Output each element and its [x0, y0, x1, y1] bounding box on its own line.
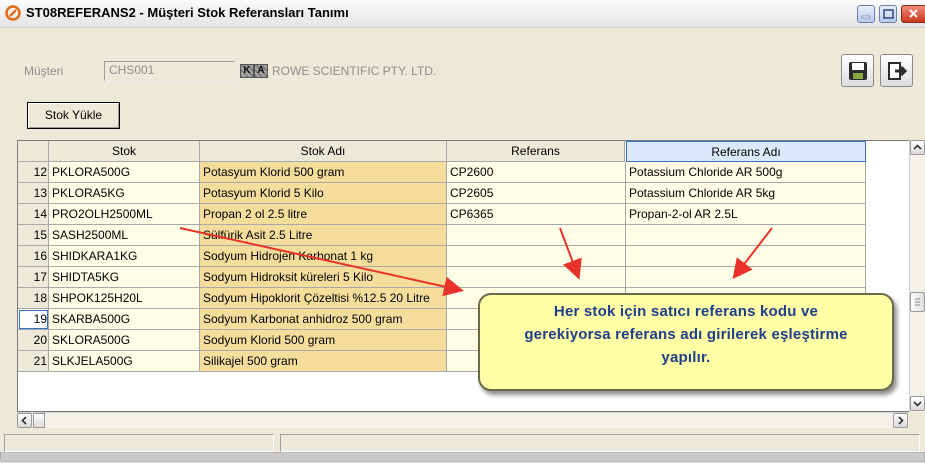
row-number: 12	[18, 162, 49, 183]
cell-referans-adi[interactable]	[626, 267, 866, 288]
callout-line-2: gerekiyorsa referans adı girilerek eşleş…	[524, 326, 848, 343]
row-number: 20	[18, 330, 49, 351]
customer-code-field[interactable]: CHS001	[104, 61, 235, 81]
cell-referans-adi[interactable]: Potassium Chloride AR 500g	[626, 162, 866, 183]
cell-stok[interactable]: SKARBA500G	[49, 309, 200, 330]
cell-stok[interactable]: SLKJELA500G	[49, 351, 200, 372]
cell-stok[interactable]: SASH2500ML	[49, 225, 200, 246]
cell-stok-adi[interactable]: Sodyum Klorid 500 gram	[200, 330, 447, 351]
row-number: 21	[18, 351, 49, 372]
chevron-down-icon	[913, 401, 922, 407]
vertical-scroll-thumb[interactable]	[910, 292, 925, 312]
cell-referans-adi[interactable]	[626, 225, 866, 246]
close-button[interactable]	[901, 5, 925, 23]
scroll-left-button[interactable]	[17, 413, 32, 428]
row-number: 18	[18, 288, 49, 309]
badge-a: A	[254, 64, 268, 78]
cell-referans[interactable]	[447, 225, 626, 246]
cell-stok[interactable]: SHPOK125H20L	[49, 288, 200, 309]
cell-stok[interactable]: PKLORA500G	[49, 162, 200, 183]
status-panel-right	[280, 434, 920, 452]
status-panel-left	[4, 434, 274, 452]
status-bar	[0, 432, 925, 452]
minimize-button[interactable]	[857, 5, 875, 23]
cell-stok-adi[interactable]: Sodyum Hipoklorit Çözeltisi %12.5 20 Lit…	[200, 288, 447, 309]
horizontal-scroll-thumb[interactable]	[33, 413, 45, 428]
cell-stok-adi[interactable]: Silikajel 500 gram	[200, 351, 447, 372]
horizontal-scrollbar[interactable]	[17, 412, 909, 428]
cell-stok-adi[interactable]: Potasyum Klorid 5 Kilo	[200, 183, 447, 204]
save-disk-icon	[849, 62, 867, 80]
row-number: 17	[18, 267, 49, 288]
cell-stok[interactable]: SHIDTA5KG	[49, 267, 200, 288]
scroll-up-button[interactable]	[910, 140, 925, 155]
customer-label: Müşteri	[24, 64, 64, 78]
cell-referans[interactable]	[447, 246, 626, 267]
exit-door-icon	[888, 62, 907, 80]
cell-stok[interactable]: PKLORA5KG	[49, 183, 200, 204]
cell-referans[interactable]: CP2600	[447, 162, 626, 183]
row-number: 15	[18, 225, 49, 246]
cell-referans-adi[interactable]: Potassium Chloride AR 5kg	[626, 183, 866, 204]
row-number: 16	[18, 246, 49, 267]
cell-stok-adi[interactable]: Propan 2 ol 2.5 litre	[200, 204, 447, 225]
app-logo-icon	[5, 5, 21, 21]
maximize-button[interactable]	[879, 5, 897, 23]
cell-referans-adi[interactable]: Propan-2-ol AR 2.5L	[626, 204, 866, 225]
column-header-referans-adi[interactable]: Referans Adı	[626, 141, 866, 162]
row-number: 14	[18, 204, 49, 225]
window-title: ST08REFERANS2 - Müşteri Stok Referanslar…	[26, 5, 349, 20]
cell-stok-adi[interactable]: Sodyum Hidrojen Karbonat 1 kg	[200, 246, 447, 267]
callout-line-1: Her stok için satıcı referans kodu ve	[553, 303, 819, 320]
column-header-stok[interactable]: Stok	[49, 141, 200, 162]
cell-stok-adi[interactable]: Sodyum Hidroksit küreleri 5 Kilo	[200, 267, 447, 288]
cell-stok[interactable]: SKLORA500G	[49, 330, 200, 351]
cell-stok-adi[interactable]: Sodyum Karbonat anhidroz 500 gram	[200, 309, 447, 330]
scroll-down-button[interactable]	[910, 396, 925, 411]
scroll-right-button[interactable]	[893, 413, 908, 428]
column-header-referans[interactable]: Referans	[447, 141, 625, 162]
title-bar[interactable]: ST08REFERANS2 - Müşteri Stok Referanslar…	[0, 0, 925, 28]
stok-yukle-button[interactable]: Stok Yükle	[27, 102, 120, 129]
cell-stok-adi[interactable]: Potasyum Klorid 500 gram	[200, 162, 447, 183]
cell-stok[interactable]: SHIDKARA1KG	[49, 246, 200, 267]
cell-stok-adi[interactable]: Sülfürik Asit 2.5 Litre	[200, 225, 447, 246]
annotation-callout: Her stok için satıcı referans kodu ve ge…	[478, 293, 894, 391]
chevron-right-icon	[898, 416, 904, 425]
vertical-scrollbar[interactable]	[909, 140, 925, 412]
cell-referans[interactable]: CP6365	[447, 204, 626, 225]
exit-button[interactable]	[880, 54, 913, 87]
header-corner	[18, 141, 49, 162]
cell-referans-adi[interactable]	[626, 246, 866, 267]
cell-referans[interactable]	[447, 267, 626, 288]
cell-referans[interactable]: CP2605	[447, 183, 626, 204]
save-button[interactable]	[841, 54, 874, 87]
customer-name: ROWE SCIENTIFIC PTY. LTD.	[272, 64, 437, 78]
row-number: 13	[18, 183, 49, 204]
column-header-stok-adi[interactable]: Stok Adı	[200, 141, 447, 162]
row-number: 19	[18, 309, 49, 330]
badge-k: K	[240, 64, 254, 78]
cell-stok[interactable]: PRO2OLH2500ML	[49, 204, 200, 225]
chevron-up-icon	[913, 144, 922, 150]
torn-edge	[0, 452, 925, 463]
chevron-left-icon	[21, 416, 27, 425]
callout-line-3: yapılır.	[661, 349, 711, 366]
